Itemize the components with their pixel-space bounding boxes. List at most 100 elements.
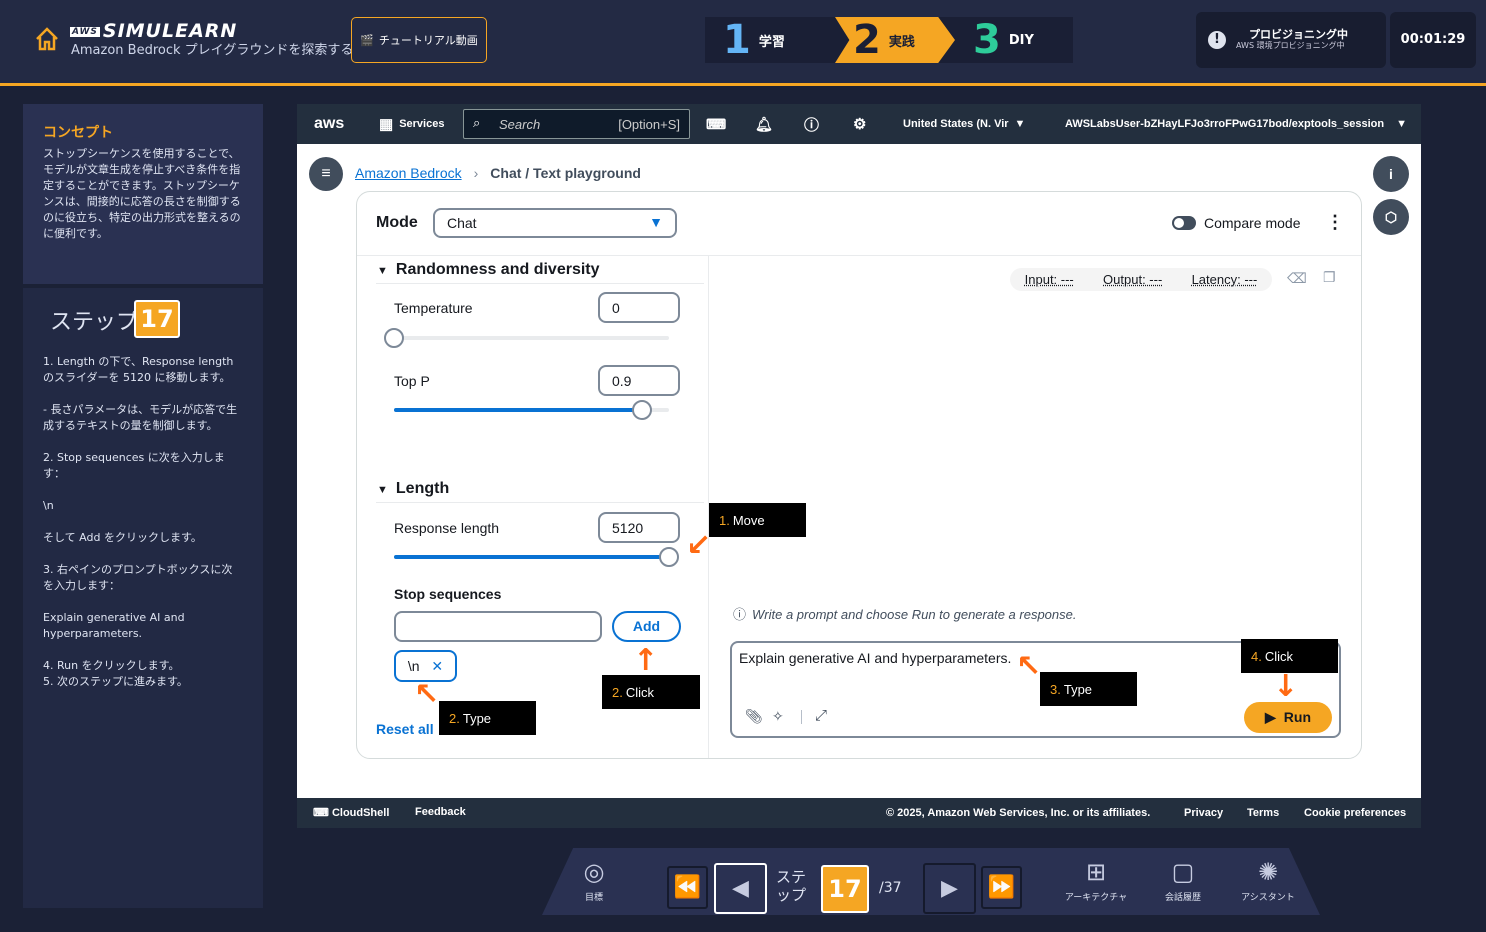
console-nav: aws ▦ Services ⌕ Search [Option+S] ⌨ 🔔︎ ⓘ…: [297, 104, 1421, 144]
phase-diy[interactable]: 3 DIY: [955, 17, 1073, 63]
timer: 00:01:29: [1390, 12, 1476, 68]
copy-icon[interactable]: ❐: [1323, 269, 1336, 286]
search-input[interactable]: ⌕ Search [Option+S]: [463, 109, 690, 139]
attach-icon[interactable]: 📎︎: [745, 708, 763, 725]
goal-label: 目標: [584, 893, 603, 903]
caret-down-icon: ▼: [1396, 118, 1407, 130]
tutorial-video-label: チュートリアル動画: [378, 34, 478, 47]
phase-number: 3: [973, 17, 1001, 63]
temperature-input[interactable]: 0: [598, 292, 680, 323]
callout-text: Click: [625, 684, 655, 700]
gear-icon[interactable]: ⚙: [853, 104, 866, 144]
callout-number: 3.: [1050, 681, 1061, 697]
instruction-line: \n: [43, 499, 54, 512]
hamburger-menu-icon[interactable]: ≡: [309, 157, 343, 191]
current-step-badge: 17: [821, 865, 869, 913]
region-selector[interactable]: United States (N. Vir ▼: [903, 104, 1025, 144]
first-step-button[interactable]: ⏪: [667, 866, 708, 909]
aws-logo[interactable]: aws: [314, 104, 344, 144]
callout-click-run: 4. Click: [1241, 639, 1338, 673]
divider: [357, 255, 1361, 256]
mode-select[interactable]: Chat ▼: [433, 208, 677, 238]
privacy-link[interactable]: Privacy: [1184, 807, 1223, 819]
prompt-hint-text: Write a prompt and choose Run to generat…: [752, 607, 1077, 622]
top-p-slider-handle[interactable]: [631, 400, 652, 420]
run-button[interactable]: ▶ Run: [1244, 702, 1332, 733]
tutorial-video-button[interactable]: 🎬 チュートリアル動画: [351, 17, 487, 63]
settings-shield-icon[interactable]: ⬡: [1373, 199, 1409, 235]
terms-link[interactable]: Terms: [1247, 807, 1279, 819]
services-menu[interactable]: ▦ Services: [379, 104, 444, 144]
input-metric: Input: ---: [1024, 272, 1074, 287]
more-options-icon[interactable]: ⋮: [1326, 212, 1344, 233]
top-p-slider-fill: [394, 408, 642, 412]
top-p-input[interactable]: 0.9: [598, 365, 680, 396]
architecture-button[interactable]: ⊞ アーキテクチャ: [1064, 858, 1128, 903]
search-icon: ⌕: [473, 115, 481, 130]
mode-label: Mode: [376, 214, 418, 231]
divider: [376, 502, 704, 503]
callout-type-prompt: 3. Type: [1040, 672, 1137, 706]
magic-wand-icon[interactable]: ✧: [772, 708, 784, 725]
home-icon[interactable]: [34, 26, 60, 52]
close-icon[interactable]: ✕: [431, 658, 443, 675]
instruction-line: 1. Length の下で、Response length のスライダーを 51…: [43, 355, 234, 384]
bell-icon[interactable]: 🔔︎: [755, 104, 773, 144]
next-step-button[interactable]: ▶: [923, 863, 976, 914]
feedback-link[interactable]: Feedback: [415, 806, 466, 818]
phase-learn[interactable]: 1 学習: [705, 17, 835, 63]
search-placeholder: Search: [499, 117, 541, 132]
callout-text: Type: [462, 710, 492, 726]
arrow-icon: ↙: [686, 528, 712, 563]
cloudshell-icon[interactable]: ⌨: [706, 104, 726, 144]
callout-text: Move: [732, 512, 765, 528]
clapperboard-icon: 🎬: [360, 33, 374, 47]
concept-text: ストップシーケンスを使用することで、モデルが文章生成を停止すべき条件を指定するこ…: [43, 147, 241, 240]
toggle-switch[interactable]: [1172, 216, 1196, 230]
top-p-label: Top P: [394, 373, 430, 389]
goal-button[interactable]: ◎ 目標: [577, 858, 611, 903]
architecture-icon: ⊞: [1085, 858, 1107, 886]
services-label: Services: [399, 118, 445, 130]
cloudshell-link[interactable]: ⌨ CloudShell: [313, 806, 389, 819]
compare-mode-toggle[interactable]: Compare mode: [1172, 215, 1301, 231]
phase-practice[interactable]: 2 実践: [835, 17, 955, 63]
stop-sequence-input[interactable]: [394, 611, 602, 642]
copyright: © 2025, Amazon Web Services, Inc. or its…: [886, 807, 1151, 819]
last-step-button[interactable]: ⏩: [981, 866, 1022, 909]
help-icon[interactable]: ⓘ: [804, 104, 819, 144]
phase-number: 1: [723, 17, 751, 63]
cloudshell-icon: ⌨: [313, 807, 332, 819]
prompt-text: Explain generative AI and hyperparameter…: [739, 650, 1012, 666]
instruction-line: Explain generative AI and hyperparameter…: [43, 611, 185, 640]
prompt-hint: ⓘ Write a prompt and choose Run to genera…: [733, 604, 1076, 623]
target-icon: ◎: [583, 858, 605, 886]
reset-all-link[interactable]: Reset all: [376, 721, 434, 737]
run-label: Run: [1283, 709, 1311, 725]
response-length-slider-handle[interactable]: [659, 547, 679, 567]
breadcrumb-bedrock[interactable]: Amazon Bedrock: [355, 165, 462, 181]
response-length-input[interactable]: 5120: [598, 512, 680, 543]
lab-title: Amazon Bedrock プレイグラウンドを探索する: [71, 43, 354, 58]
callout-number: 4.: [1251, 648, 1262, 664]
temperature-slider-handle[interactable]: [384, 328, 404, 348]
history-button[interactable]: ▢ 会話履歴: [1156, 858, 1210, 903]
caret-down-icon: ▼: [649, 214, 663, 230]
account-menu[interactable]: AWSLabsUser-bZHayLFJo3rroFPwG17bod/expto…: [1065, 104, 1407, 144]
assistant-button[interactable]: ✺ アシスタント: [1240, 858, 1296, 903]
chat-bubble-icon: ▢: [1171, 858, 1195, 886]
architecture-label: アーキテクチャ: [1064, 893, 1128, 903]
brain-icon: ✺: [1257, 858, 1279, 886]
length-title: Length: [395, 480, 450, 497]
temperature-slider-track[interactable]: [394, 336, 669, 340]
latency-metric: Latency: ---: [1191, 272, 1258, 287]
cookie-preferences-link[interactable]: Cookie preferences: [1304, 807, 1406, 819]
add-button[interactable]: Add: [612, 611, 681, 642]
randomness-section-header[interactable]: ▼ Randomness and diversity: [377, 261, 600, 279]
callout-type-stop: 2. Type: [439, 701, 536, 735]
expand-icon[interactable]: ⤢: [815, 707, 827, 724]
info-icon[interactable]: i: [1373, 156, 1409, 192]
previous-step-button[interactable]: ◀: [714, 863, 767, 914]
clear-icon[interactable]: ⌫: [1287, 270, 1307, 287]
length-section-header[interactable]: ▼ Length: [377, 480, 449, 498]
